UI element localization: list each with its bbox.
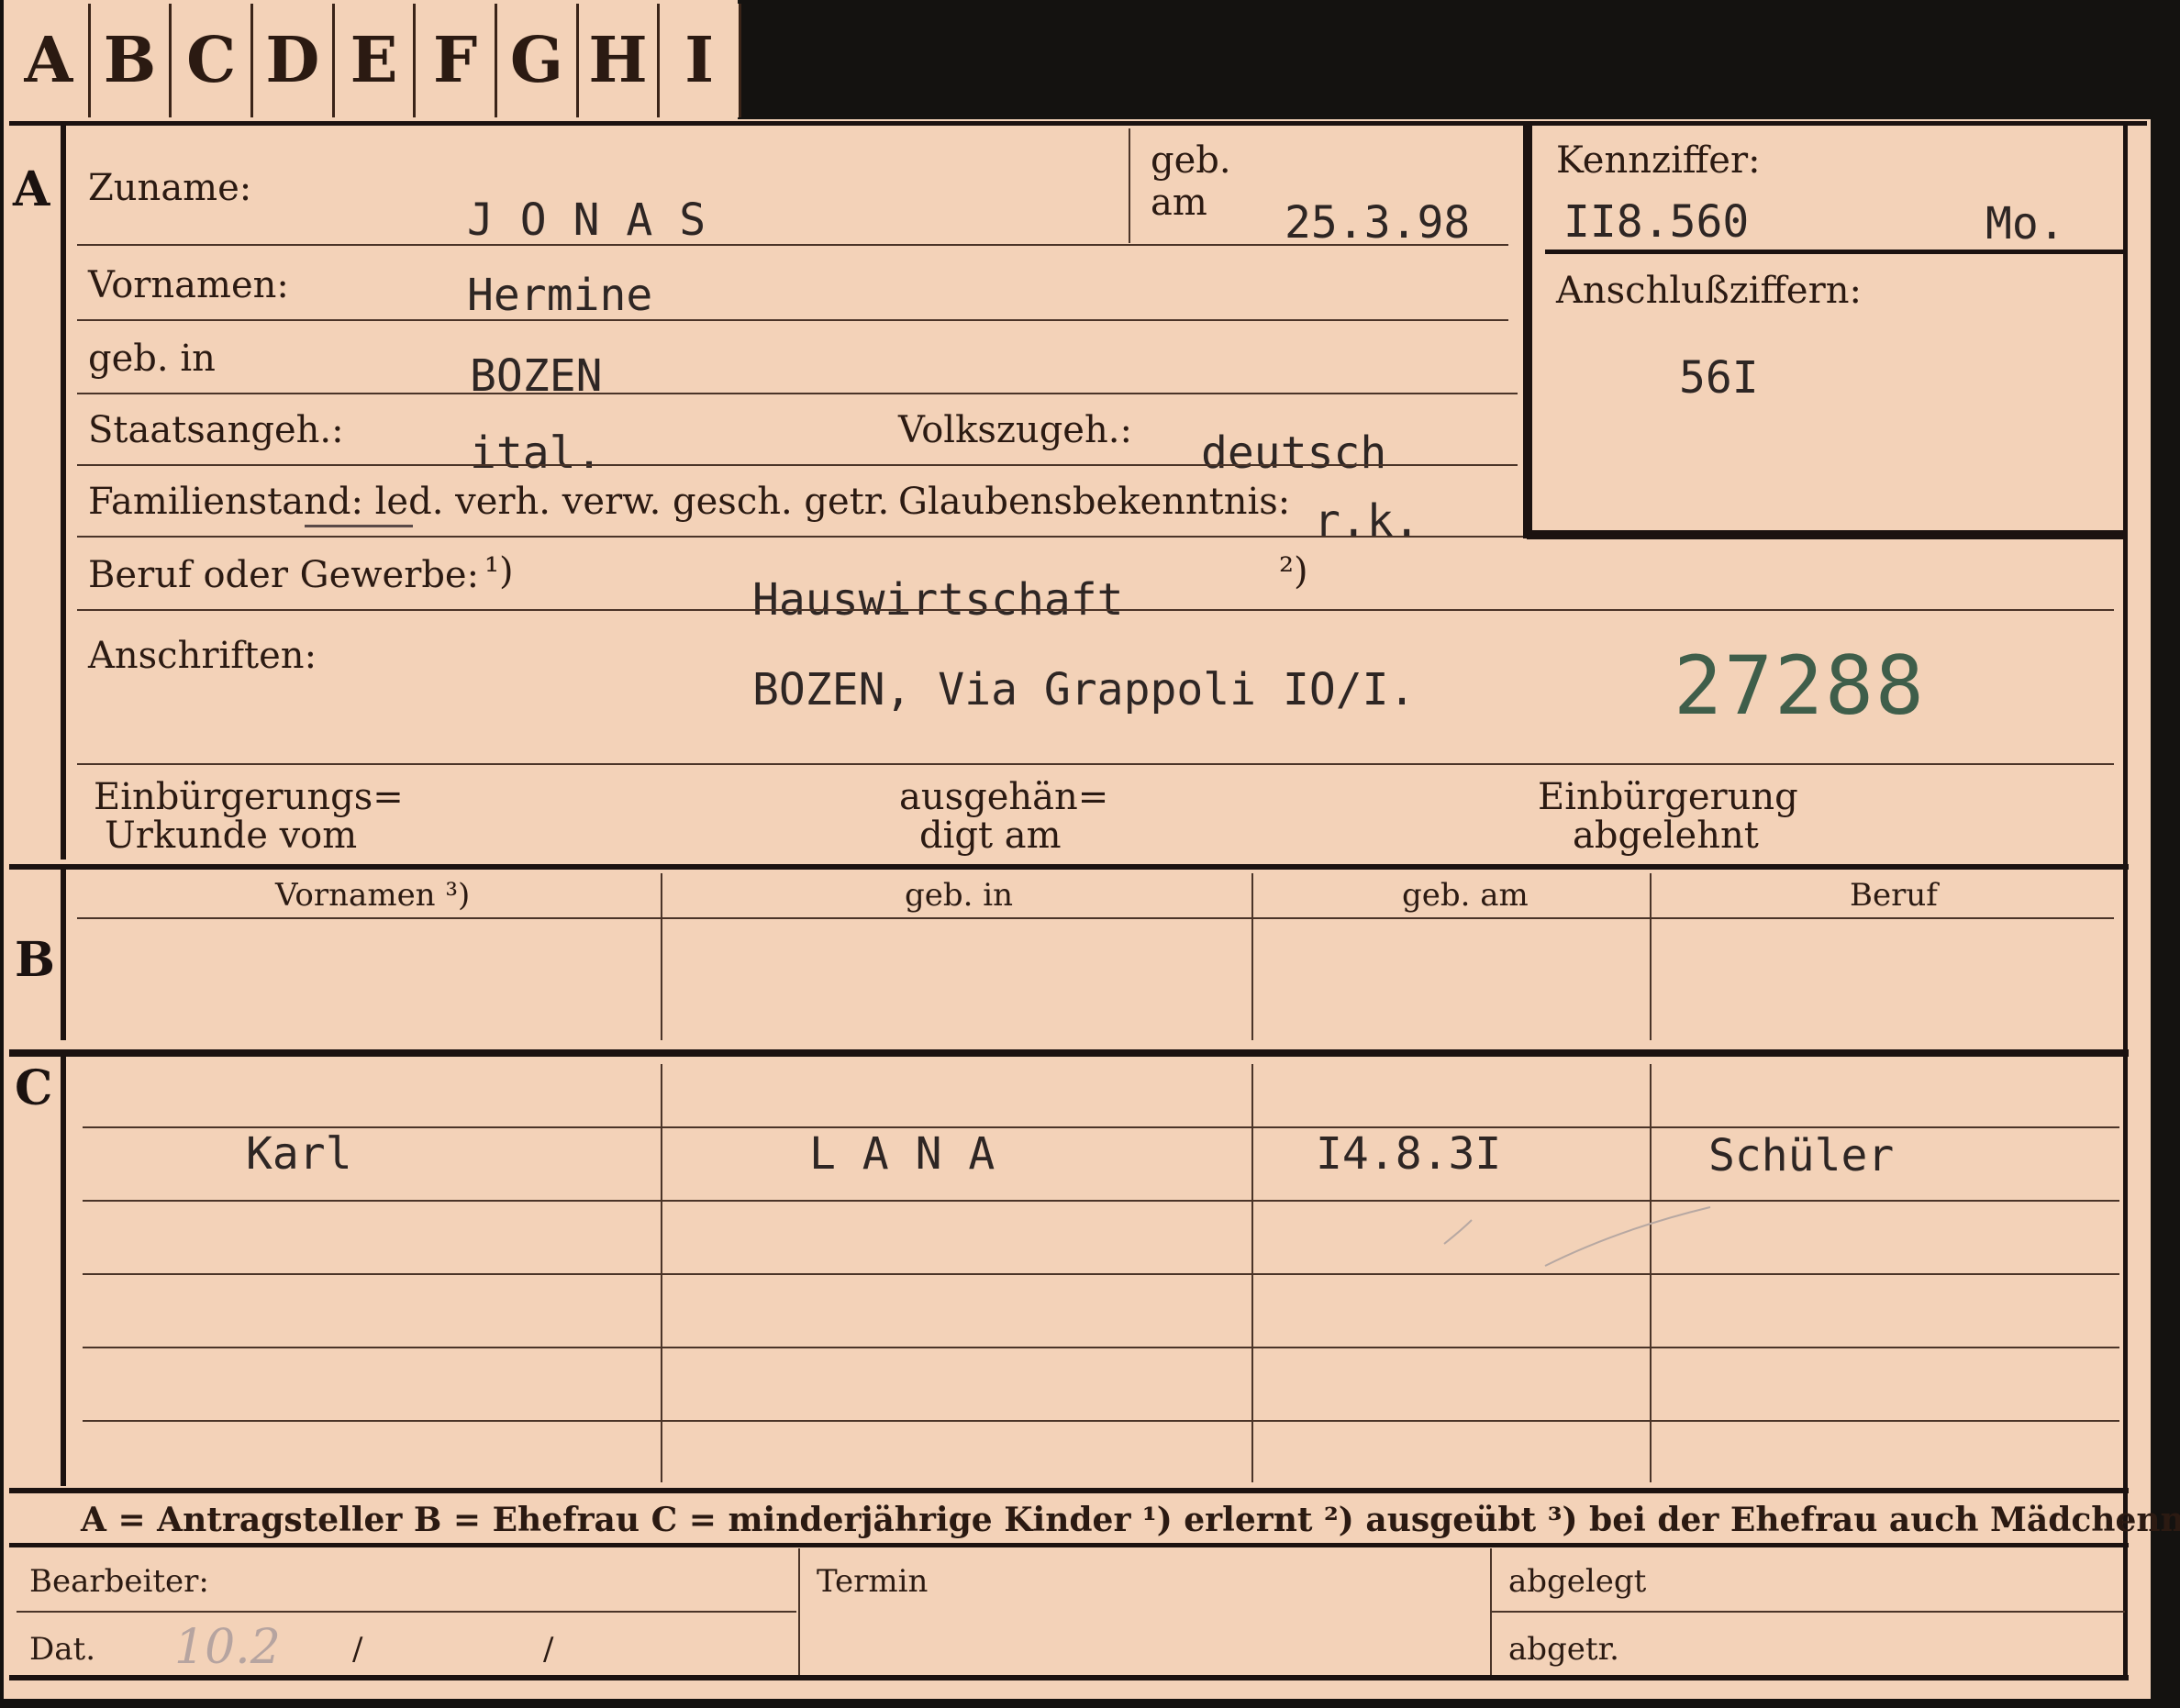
kennziffer-label: Kennziffer: [1556, 139, 1761, 182]
anschlussziffern-label: Anschlußziffern: [1556, 270, 1862, 312]
divider [1251, 873, 1253, 1040]
section-c-top [9, 1049, 2129, 1057]
rule [1492, 1611, 2125, 1613]
index-tab[interactable]: I [660, 4, 742, 117]
section-c-marker: C [15, 1060, 53, 1116]
pencil-mark [1443, 1206, 1711, 1267]
volkszugeh-value: deutsch [1201, 427, 1387, 479]
kennziffer-suffix: Mo. [1985, 198, 2065, 250]
legend-top [9, 1488, 2129, 1493]
index-tab[interactable]: G [497, 4, 579, 117]
ausgehaendigt-label-1: ausgehän= [899, 776, 1109, 818]
index-tab[interactable]: F [416, 4, 498, 117]
b-col-beruf-header: Beruf [1850, 877, 1938, 914]
glaubensbekenntnis-label: Glaubensbekenntnis: [898, 481, 1291, 523]
staatsangeh-label: Staatsangeh.: [88, 409, 344, 451]
beruf-note2: ²) [1279, 550, 1308, 593]
anschrift-value: BOZEN, Via Grappoli IO/I. [752, 664, 1416, 715]
b-col-vornamen-header: Vornamen ³) [275, 877, 471, 914]
familienstand-label: Familienstand: led. verh. verw. gesch. g… [88, 481, 890, 523]
divider [798, 1548, 800, 1679]
staatsangeh-value: ital. [470, 427, 603, 479]
registration-card: A B C D E F G H I A Zuname: J O N A S ge… [4, 0, 2180, 1699]
index-tab[interactable]: B [90, 4, 172, 117]
familienstand-underline [305, 525, 413, 527]
einbuergerung-abgelehnt-label-2: abgelehnt [1573, 815, 1759, 857]
beruf-value: Hauswirtschaft [752, 574, 1124, 626]
section-b-marker: B [15, 932, 55, 988]
section-c-rule [61, 1057, 66, 1486]
dat-label: Dat. [29, 1631, 96, 1668]
index-tab[interactable]: C [172, 4, 254, 117]
einbuergerung-urkunde-label-2: Urkunde vom [105, 815, 358, 857]
rule [83, 1420, 2119, 1422]
bearbeiter-label: Bearbeiter: [29, 1563, 209, 1600]
child-vorname: Karl [246, 1128, 352, 1180]
section-b-top [9, 864, 2129, 870]
b-col-geb-am-header: geb. am [1402, 877, 1529, 914]
b-col-geb-in-header: geb. in [905, 877, 1014, 914]
rule [77, 917, 2114, 919]
geb-in-label: geb. in [88, 338, 216, 380]
divider [661, 873, 662, 1040]
rule [83, 1273, 2119, 1275]
legend: A = Antragsteller B = Ehefrau C = minder… [81, 1501, 2180, 1539]
kennziffer-value: II8.560 [1563, 196, 1750, 248]
index-tab[interactable]: H [578, 4, 661, 117]
divider [1129, 128, 1130, 243]
section-a-marker: A [13, 161, 50, 217]
index-tab[interactable]: A [9, 4, 91, 117]
kennziffer-box-bottom [1527, 530, 2127, 539]
index-tab[interactable]: D [253, 4, 335, 117]
rule [77, 609, 2114, 611]
abgetr-label: abgetr. [1508, 1631, 1619, 1668]
einbuergerung-abgelehnt-label-1: Einbürgerung [1538, 776, 1798, 818]
vornamen-label: Vornamen: [88, 264, 289, 306]
index-tab[interactable]: E [334, 4, 417, 117]
abgelegt-label: abgelegt [1508, 1563, 1647, 1600]
rule [77, 393, 1518, 394]
einbuergerung-urkunde-label-1: Einbürgerungs= [94, 776, 404, 818]
rule [77, 244, 1508, 246]
beruf-label: Beruf oder Gewerbe: [88, 554, 480, 596]
divider [1650, 873, 1652, 1040]
anschlussziffer-value: 56I [1679, 352, 1759, 404]
frame-bottom [9, 1675, 2129, 1680]
anschriften-label: Anschriften: [88, 635, 317, 677]
dat-slash: / [543, 1631, 554, 1668]
legend-bottom [9, 1543, 2129, 1547]
glaubensbekenntnis-value: r.k. [1314, 495, 1420, 547]
dat-handwritten: 10.2 [174, 1620, 281, 1675]
termin-label: Termin [817, 1563, 929, 1600]
ausgehaendigt-label-2: digt am [919, 815, 1062, 857]
rule [83, 1200, 2119, 1202]
child-geb-am: I4.8.3I [1316, 1128, 1502, 1180]
rule [77, 464, 1518, 466]
zuname-value: J O N A S [467, 194, 706, 246]
child-beruf: Schüler [1708, 1130, 1895, 1181]
rule [83, 1126, 2119, 1128]
rule [17, 1611, 796, 1613]
child-geb-in: L A N A [809, 1128, 995, 1180]
beruf-note1: ¹) [484, 550, 514, 593]
geb-am-label: geb. am [1151, 139, 1231, 224]
section-b-rule [61, 870, 66, 1040]
frame-top [9, 121, 2147, 126]
rule [77, 319, 1508, 321]
index-tab-strip: A B C D E F G H I [9, 4, 742, 121]
rule [77, 536, 1523, 538]
kennziffer-rule [1545, 250, 2123, 254]
divider [1490, 1548, 1492, 1679]
geb-am-value: 25.3.98 [1285, 197, 1471, 249]
vornamen-value: Hermine [467, 270, 653, 321]
zuname-label: Zuname: [88, 167, 252, 209]
rule [77, 763, 2114, 765]
frame-right [2123, 126, 2128, 1676]
kennziffer-box-left [1523, 126, 1532, 538]
volkszugeh-label: Volkszugeh.: [898, 409, 1132, 451]
rule [83, 1347, 2119, 1348]
section-a-rule [61, 126, 66, 860]
dat-slash: / [352, 1631, 363, 1668]
stamp-number: 27288 [1674, 638, 1926, 733]
